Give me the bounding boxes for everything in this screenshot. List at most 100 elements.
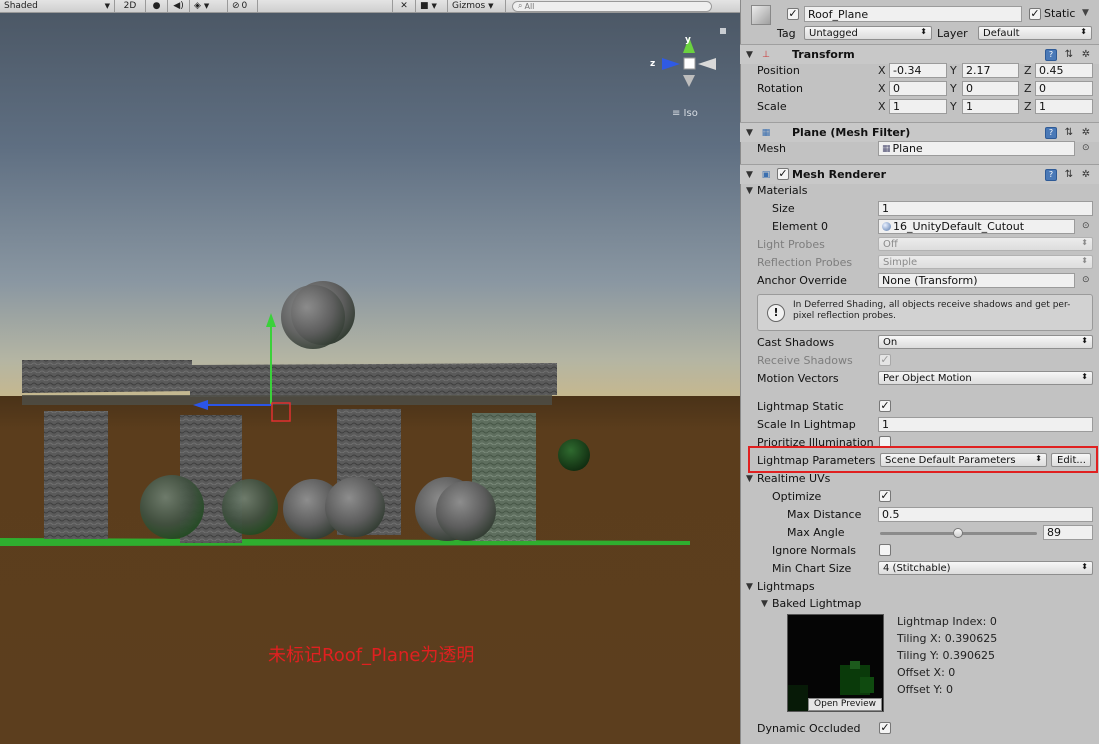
preset-icon[interactable]: ⇅ (1063, 169, 1075, 181)
scene-view[interactable]: Shaded ▼ 2D ● ◀) ◈ ▼ ⊘ 0 ✕ ■ ▼ Gizmos ▼ … (0, 0, 740, 744)
layers-icon: ◈ (194, 1, 201, 11)
rotation-z-axis[interactable]: Z (1024, 82, 1032, 95)
prioritize-illumination-checkbox[interactable] (879, 436, 891, 448)
preset-icon[interactable]: ⇅ (1063, 49, 1075, 61)
max-distance-field[interactable]: 0.5 (878, 507, 1093, 522)
lightmap-parameters-edit-button[interactable]: Edit... (1051, 453, 1091, 467)
rotation-z-field[interactable]: 0 (1035, 81, 1093, 96)
lightmap-static-checkbox[interactable]: ✓ (879, 400, 891, 412)
max-angle-slider-thumb[interactable] (952, 528, 963, 538)
help-icon[interactable]: ? (1045, 127, 1057, 139)
object-picker-icon[interactable]: ⊙ (1082, 221, 1090, 231)
preset-icon[interactable]: ⇅ (1063, 127, 1075, 139)
position-y-axis[interactable]: Y (950, 64, 957, 77)
foldout-arrow-icon[interactable]: ▼ (746, 128, 753, 138)
rotation-y-field[interactable]: 0 (962, 81, 1019, 96)
hidden-count: 0 (241, 1, 248, 11)
rotation-label: Rotation (757, 82, 804, 95)
scale-x-axis[interactable]: X (878, 100, 886, 113)
toggle-2d-button[interactable]: 2D (115, 0, 146, 13)
scale-z-field[interactable]: 1 (1035, 99, 1093, 114)
scale-z-axis[interactable]: Z (1024, 100, 1032, 113)
mesh-renderer-enabled-checkbox[interactable]: ✓ (777, 168, 789, 180)
scene-search-input[interactable]: ⌕ All (512, 0, 712, 12)
scale-in-lightmap-label: Scale In Lightmap (757, 418, 856, 431)
scene-effects-dropdown[interactable]: ◈ ▼ (190, 0, 228, 13)
object-name-field[interactable]: Roof_Plane (804, 6, 1022, 22)
scene-audio-toggle[interactable]: ◀) (168, 0, 190, 13)
element0-field[interactable]: 16_UnityDefault_Cutout (878, 219, 1075, 234)
optimize-checkbox[interactable]: ✓ (879, 490, 891, 502)
lightmaps-foldout-icon[interactable]: ▼ (746, 582, 753, 592)
projection-toggle[interactable]: ≡ Iso (672, 108, 698, 119)
position-z-axis[interactable]: Z (1024, 64, 1032, 77)
realtime-uvs-foldout-icon[interactable]: ▼ (746, 474, 753, 484)
baked-lightmap-label[interactable]: Baked Lightmap (772, 597, 861, 610)
min-chart-size-label: Min Chart Size (772, 562, 852, 575)
rotation-y-axis[interactable]: Y (950, 82, 957, 95)
object-picker-icon[interactable]: ⊙ (1082, 275, 1090, 285)
materials-size-field[interactable]: 1 (878, 201, 1093, 216)
foldout-arrow-icon[interactable]: ▼ (746, 50, 753, 60)
scale-y-field[interactable]: 1 (962, 99, 1019, 114)
gizmos-dropdown[interactable]: Gizmos ▼ (448, 0, 506, 13)
ignore-normals-label: Ignore Normals (772, 544, 857, 557)
object-active-checkbox[interactable]: ✓ (787, 8, 799, 20)
dynamic-occluded-checkbox[interactable]: ✓ (879, 722, 891, 734)
materials-label[interactable]: Materials (757, 184, 807, 197)
gizmo-z-label[interactable]: z (650, 59, 655, 69)
scale-x-field[interactable]: 1 (889, 99, 947, 114)
rotation-x-axis[interactable]: X (878, 82, 886, 95)
motion-vectors-value: Per Object Motion (883, 372, 972, 384)
foldout-arrow-icon[interactable]: ▼ (746, 170, 753, 180)
camera-settings-dropdown[interactable]: ■ ▼ (416, 0, 448, 13)
cast-shadows-dropdown[interactable]: On ⬍ (878, 335, 1093, 349)
gear-icon[interactable]: ✲ (1080, 49, 1092, 61)
materials-foldout-icon[interactable]: ▼ (746, 186, 753, 196)
help-icon[interactable]: ? (1045, 169, 1057, 181)
mesh-renderer-header[interactable]: ▼ ▣ ✓ Mesh Renderer ? ⇅ ✲ (740, 164, 1099, 184)
mesh-value: Plane (892, 142, 923, 155)
lightmap-parameters-dropdown[interactable]: Scene Default Parameters ⬍ (880, 453, 1047, 467)
position-z-field[interactable]: 0.45 (1035, 63, 1093, 78)
scene-lighting-toggle[interactable]: ● (146, 0, 168, 13)
gear-icon[interactable]: ✲ (1080, 169, 1092, 181)
tag-dropdown[interactable]: Untagged ⬍ (804, 26, 932, 40)
rotation-x-field[interactable]: 0 (889, 81, 947, 96)
gizmo-y-label[interactable]: y (685, 35, 691, 45)
scale-y-axis[interactable]: Y (950, 100, 957, 113)
layer-value: Default (983, 27, 1020, 39)
open-preview-button[interactable]: Open Preview (808, 698, 882, 711)
scene-viewport[interactable]: y z ≡ Iso 未标记Roof_Plane为透明 (0, 13, 740, 744)
static-dropdown-arrow[interactable]: ▼ (1082, 8, 1089, 18)
position-y-field[interactable]: 2.17 (962, 63, 1019, 78)
motion-vectors-dropdown[interactable]: Per Object Motion ⬍ (878, 371, 1093, 385)
hidden-objects-toggle[interactable]: ⊘ 0 (228, 0, 258, 13)
chevron-updown-icon: ⬍ (1081, 256, 1088, 265)
ignore-normals-checkbox[interactable] (879, 544, 891, 556)
mesh-field[interactable]: ▦ Plane (878, 141, 1075, 156)
anchor-override-field[interactable]: None (Transform) (878, 273, 1075, 288)
layer-dropdown[interactable]: Default ⬍ (978, 26, 1092, 40)
scene-toolbar: Shaded ▼ 2D ● ◀) ◈ ▼ ⊘ 0 ✕ ■ ▼ Gizmos ▼ … (0, 0, 740, 13)
mesh-filter-header[interactable]: ▼ ▦ Plane (Mesh Filter) ? ⇅ ✲ (740, 122, 1099, 142)
static-checkbox[interactable]: ✓ (1029, 8, 1041, 20)
position-x-field[interactable]: -0.34 (889, 63, 947, 78)
receive-shadows-checkbox: ✓ (879, 353, 891, 366)
min-chart-size-dropdown[interactable]: 4 (Stitchable) ⬍ (878, 561, 1093, 575)
max-distance-label: Max Distance (787, 508, 862, 521)
reflection-probes-value: Simple (883, 256, 918, 268)
draw-mode-dropdown[interactable]: Shaded ▼ (0, 0, 115, 13)
help-icon[interactable]: ? (1045, 49, 1057, 61)
scale-in-lightmap-field[interactable]: 1 (878, 417, 1093, 432)
max-angle-field[interactable]: 89 (1043, 525, 1093, 540)
crossed-tools-icon: ✕ (400, 1, 408, 11)
baked-lightmap-foldout-icon[interactable]: ▼ (761, 599, 768, 609)
object-picker-icon[interactable]: ⊙ (1082, 143, 1090, 153)
gear-icon[interactable]: ✲ (1080, 127, 1092, 139)
transform-header[interactable]: ▼ ⊥ Transform ? ⇅ ✲ (740, 44, 1099, 64)
realtime-uvs-label[interactable]: Realtime UVs (757, 472, 830, 485)
position-x-axis[interactable]: X (878, 64, 886, 77)
lightmaps-label[interactable]: Lightmaps (757, 580, 815, 593)
scene-tools-button[interactable]: ✕ (392, 0, 416, 13)
